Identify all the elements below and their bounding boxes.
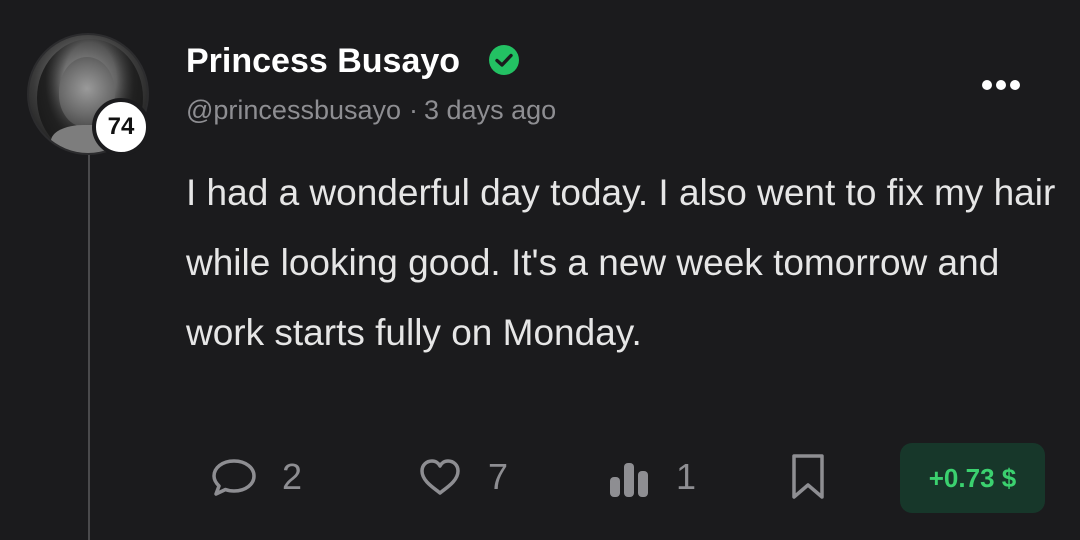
post-card: 74 Princess Busayo @princessbusayo · 3 day… [0,0,1080,540]
post-meta: @princessbusayo · 3 days ago [186,95,556,126]
bookmark-button[interactable] [788,452,828,502]
author-handle[interactable]: @princessbusayo [186,95,401,125]
thread-line [88,150,90,540]
tip-button[interactable]: +0.73 $ [900,443,1045,513]
level-badge: 74 [92,98,150,156]
like-button[interactable]: 7 [416,452,508,502]
verified-check-icon [489,45,519,75]
bar-chart-icon [610,463,648,497]
post-body: I had a wonderful day today. I also went… [186,172,1056,353]
heart-icon [420,459,460,495]
author-name[interactable]: Princess Busayo [186,42,460,81]
meta-separator: · [409,95,419,125]
views-count: 1 [676,456,697,497]
views-button[interactable]: 1 [608,452,696,502]
bookmark-icon [792,454,824,499]
more-horizontal-icon[interactable] [978,70,1024,100]
comment-count: 2 [282,456,303,497]
comment-button[interactable]: 2 [210,452,302,502]
like-count: 7 [488,456,509,497]
comment-bubble-icon [212,459,256,496]
post-time: 3 days ago [424,95,557,125]
